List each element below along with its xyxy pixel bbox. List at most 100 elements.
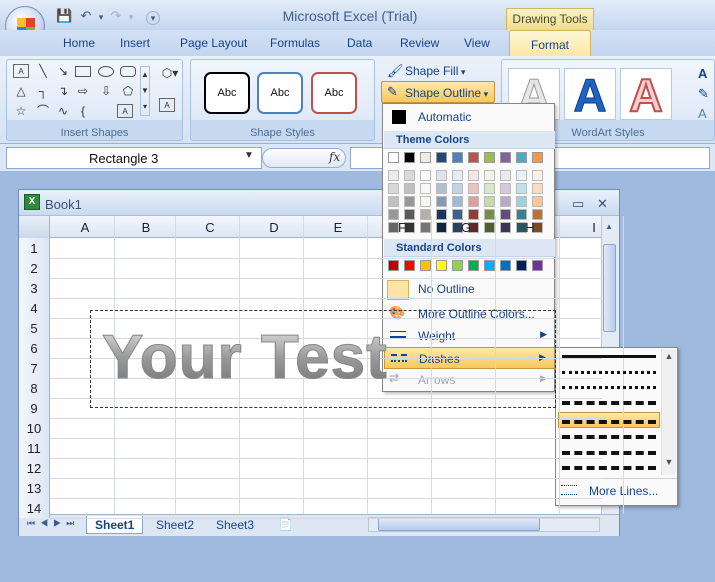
more-lines-button[interactable]: More Lines... — [556, 478, 677, 500]
line-shape-icon[interactable]: ╲ — [35, 64, 51, 78]
dash-style-option-4[interactable] — [562, 401, 656, 405]
theme-color-shade-swatch[interactable] — [468, 209, 479, 220]
theme-color-shade-swatch[interactable] — [436, 183, 447, 194]
row-header-11[interactable]: 11 — [19, 438, 50, 458]
theme-color-shade-swatch[interactable] — [500, 209, 511, 220]
theme-color-shade-swatch[interactable] — [420, 170, 431, 181]
shape-style-black[interactable]: Abc — [204, 72, 250, 114]
elbow-arrow-connector-icon[interactable]: ↴ — [55, 84, 71, 98]
sheet-nav-icon[interactable]: ⏮◀▶⏭ — [27, 518, 79, 529]
wordart-text[interactable]: Your Test — [102, 322, 388, 393]
column-header-a[interactable]: A — [53, 220, 117, 235]
standard-color-swatch[interactable] — [452, 260, 463, 271]
row-header-2[interactable]: 2 — [19, 258, 50, 278]
theme-color-shade-swatch[interactable] — [516, 170, 527, 181]
tab-insert[interactable]: Insert — [120, 36, 150, 50]
theme-color-shade-swatch[interactable] — [436, 209, 447, 220]
tab-view[interactable]: View — [464, 36, 490, 50]
theme-color-shade-swatch[interactable] — [436, 196, 447, 207]
menu-no-outline[interactable]: No Outline — [384, 278, 555, 300]
tab-formulas[interactable]: Formulas — [270, 36, 320, 50]
row-header-13[interactable]: 13 — [19, 478, 50, 498]
triangle-shape-icon[interactable]: △ — [13, 84, 29, 98]
standard-color-swatch[interactable] — [484, 260, 495, 271]
theme-color-swatch[interactable] — [532, 152, 543, 163]
theme-color-shade-swatch[interactable] — [388, 183, 399, 194]
save-icon[interactable]: 💾 — [56, 8, 72, 24]
theme-color-shade-swatch[interactable] — [484, 196, 495, 207]
theme-color-shade-swatch[interactable] — [484, 209, 495, 220]
dashes-scroll-up-icon[interactable]: ▲ — [662, 351, 676, 361]
select-all-corner[interactable] — [19, 216, 50, 238]
wordart-style-red[interactable]: A — [620, 68, 672, 122]
theme-color-shade-swatch[interactable] — [516, 183, 527, 194]
theme-color-shade-swatch[interactable] — [404, 183, 415, 194]
theme-color-swatch[interactable] — [388, 152, 399, 163]
shape-outline-button-content[interactable]: ✎ Shape Outline ▾ — [383, 83, 490, 103]
row-header-10[interactable]: 10 — [19, 418, 50, 438]
name-box-dropdown-icon[interactable]: ▼ — [244, 150, 254, 161]
theme-color-shade-swatch[interactable] — [436, 170, 447, 181]
curve-shape-icon[interactable]: ⌒ — [35, 104, 51, 118]
column-header-g[interactable]: G — [434, 220, 498, 235]
theme-color-shade-swatch[interactable] — [420, 209, 431, 220]
standard-color-swatch[interactable] — [388, 260, 399, 271]
standard-color-swatch[interactable] — [516, 260, 527, 271]
rounded-rectangle-shape-icon[interactable] — [120, 66, 136, 77]
draw-textbox-icon[interactable]: A — [159, 98, 175, 112]
standard-color-swatch[interactable] — [420, 260, 431, 271]
undo-icon[interactable]: ↶ — [78, 8, 94, 24]
star-shape-icon[interactable]: ☆ — [13, 104, 29, 118]
textbox-shape-icon[interactable]: A — [13, 64, 29, 78]
theme-color-shade-swatch[interactable] — [404, 170, 415, 181]
row-header-4[interactable]: 4 — [19, 298, 50, 318]
down-arrow-shape-icon[interactable]: ⇩ — [98, 84, 114, 98]
row-header-3[interactable]: 3 — [19, 278, 50, 298]
shape-style-blue[interactable]: Abc — [257, 72, 303, 114]
tab-data[interactable]: Data — [347, 36, 372, 50]
row-header-9[interactable]: 9 — [19, 398, 50, 418]
insert-function-icon[interactable]: fx — [329, 150, 340, 164]
standard-color-swatch[interactable] — [500, 260, 511, 271]
theme-color-shade-swatch[interactable] — [516, 196, 527, 207]
standard-color-swatch[interactable] — [468, 260, 479, 271]
shape-fill-button[interactable]: 🖌 Shape Fill ▾ — [383, 61, 467, 81]
column-header-d[interactable]: D — [242, 220, 306, 235]
undo-dropdown-icon[interactable]: ▾ — [93, 12, 109, 28]
right-arrow-shape-icon[interactable]: ⇨ — [75, 84, 91, 98]
restore-window-icon[interactable]: ▭ — [572, 196, 584, 212]
theme-color-shade-swatch[interactable] — [404, 209, 415, 220]
text-shape-icon[interactable]: A — [117, 104, 133, 118]
shape-style-red[interactable]: Abc — [311, 72, 357, 114]
text-effects-icon[interactable]: A — [698, 106, 707, 121]
tab-home[interactable]: Home — [63, 36, 95, 50]
dashes-scroll-down-icon[interactable]: ▼ — [662, 457, 676, 467]
dash-style-option-6[interactable] — [562, 435, 656, 439]
pentagon-shape-icon[interactable]: ⬠ — [120, 84, 136, 98]
theme-color-shade-swatch[interactable] — [500, 170, 511, 181]
dash-style-option-2[interactable] — [562, 371, 656, 374]
wordart-style-blue[interactable]: A — [564, 68, 616, 122]
theme-color-shade-swatch[interactable] — [420, 183, 431, 194]
close-window-icon[interactable]: ✕ — [597, 196, 608, 212]
row-header-8[interactable]: 8 — [19, 378, 50, 398]
theme-color-shade-swatch[interactable] — [420, 196, 431, 207]
row-header-5[interactable]: 5 — [19, 318, 50, 338]
dash-style-option-3[interactable] — [562, 386, 656, 389]
oval-shape-icon[interactable] — [98, 66, 114, 77]
theme-color-shade-swatch[interactable] — [452, 170, 463, 181]
shapes-scroll-icon[interactable]: ▲ ▼ ▾ — [140, 66, 150, 116]
row-header-1[interactable]: 1 — [19, 238, 50, 258]
theme-color-shade-swatch[interactable] — [452, 209, 463, 220]
theme-color-shade-swatch[interactable] — [452, 196, 463, 207]
name-box[interactable]: Rectangle 3 — [6, 147, 262, 169]
vertical-scroll-thumb[interactable] — [603, 244, 616, 332]
theme-color-shade-swatch[interactable] — [532, 170, 543, 181]
theme-color-shade-swatch[interactable] — [388, 170, 399, 181]
column-header-e[interactable]: E — [306, 220, 370, 235]
theme-color-swatch[interactable] — [500, 152, 511, 163]
theme-color-shade-swatch[interactable] — [484, 183, 495, 194]
theme-color-swatch[interactable] — [484, 152, 495, 163]
tab-page-layout[interactable]: Page Layout — [180, 36, 247, 50]
customize-qat-icon[interactable]: ▾ — [146, 11, 160, 25]
